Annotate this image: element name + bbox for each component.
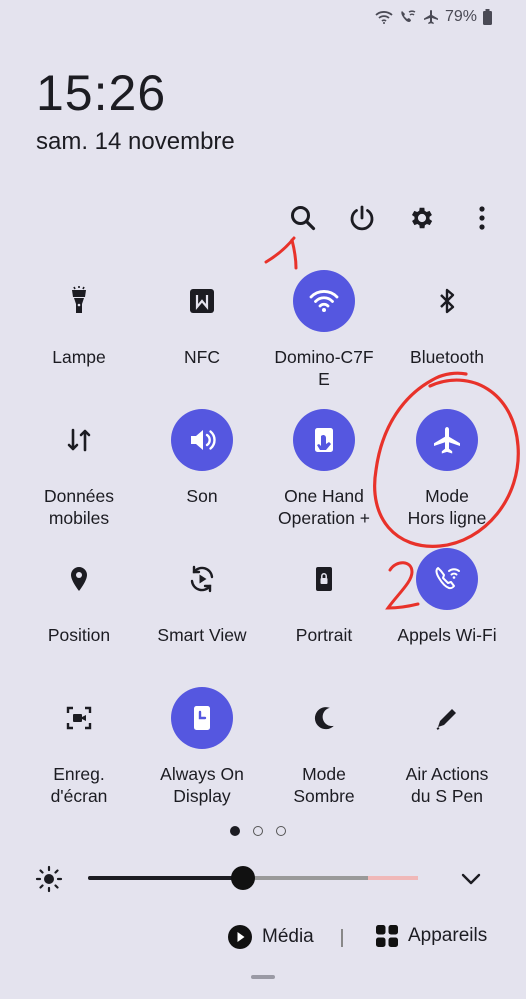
tile-smart-view[interactable]: Smart View xyxy=(140,548,264,646)
tile-label: NFC xyxy=(184,347,220,367)
devices-label: Appareils xyxy=(408,925,488,946)
power-icon xyxy=(350,205,374,231)
tile-always-on-display[interactable]: Always On Display xyxy=(140,687,264,807)
moon-icon xyxy=(293,687,355,749)
tile-bluetooth[interactable]: Bluetooth xyxy=(385,270,509,368)
media-label: Média xyxy=(262,926,314,947)
search-button[interactable] xyxy=(283,198,323,238)
annotation-mark-1 xyxy=(264,236,298,270)
tile-label: Enreg. d'écran xyxy=(50,764,108,806)
devices-button[interactable]: Appareils xyxy=(376,925,487,947)
clock: 15:26 xyxy=(36,65,167,121)
brightness-icon xyxy=(34,864,64,899)
bottom-separator xyxy=(341,929,343,947)
tile-label: Données mobiles xyxy=(43,486,115,528)
tile-label: Mode Hors ligne xyxy=(407,486,487,528)
smart-view-icon xyxy=(171,548,233,610)
expand-button[interactable] xyxy=(458,866,484,897)
more-vert-icon xyxy=(479,206,485,230)
portrait-lock-icon xyxy=(293,548,355,610)
brightness-slider-thumb[interactable] xyxy=(231,866,255,890)
tile-screen-record[interactable]: Enreg. d'écran xyxy=(17,687,141,807)
page-indicator xyxy=(230,826,286,836)
always-on-display-icon xyxy=(171,687,233,749)
airplane-icon xyxy=(423,10,438,24)
tile-label: Position xyxy=(47,625,111,645)
tile-one-hand[interactable]: One Hand Operation + xyxy=(262,409,386,529)
status-bar: 79% xyxy=(375,8,492,26)
media-button[interactable]: Média xyxy=(228,925,314,949)
battery-icon xyxy=(483,9,492,25)
sound-icon xyxy=(171,409,233,471)
more-options-button[interactable] xyxy=(462,198,502,238)
tile-label: Always On Display xyxy=(160,764,244,806)
wifi-calling-icon xyxy=(416,548,478,610)
tile-label: One Hand Operation + xyxy=(278,486,370,528)
screen-record-icon xyxy=(48,687,110,749)
tile-portrait-lock[interactable]: Portrait xyxy=(262,548,386,646)
power-button[interactable] xyxy=(342,198,382,238)
wifi-icon xyxy=(293,270,355,332)
tile-label: Bluetooth xyxy=(410,347,484,367)
mobile-data-icon xyxy=(48,409,110,471)
tile-label: Appels Wi-Fi xyxy=(397,625,497,645)
page-dot-3[interactable] xyxy=(276,826,286,836)
quick-panel-actions xyxy=(280,198,494,238)
tile-moon[interactable]: Mode Sombre xyxy=(262,687,386,807)
tile-flashlight[interactable]: Lampe xyxy=(17,270,141,368)
gear-icon xyxy=(411,207,433,229)
play-icon xyxy=(228,925,252,949)
tile-label: Mode Sombre xyxy=(293,764,355,806)
tile-label: Lampe xyxy=(52,347,106,367)
wifi-calling-icon xyxy=(401,10,416,22)
pen-icon xyxy=(416,687,478,749)
tile-wifi[interactable]: Domino-C7F E xyxy=(262,270,386,390)
location-icon xyxy=(48,548,110,610)
airplane-icon xyxy=(416,409,478,471)
tile-label: Smart View xyxy=(157,625,247,645)
tile-wifi-calling[interactable]: Appels Wi-Fi xyxy=(385,548,509,646)
nfc-icon xyxy=(171,270,233,332)
page-dot-2[interactable] xyxy=(253,826,263,836)
flashlight-icon xyxy=(48,270,110,332)
one-hand-icon xyxy=(293,409,355,471)
battery-percentage: 79% xyxy=(444,8,477,25)
tile-label: Portrait xyxy=(295,625,353,645)
grid-icon xyxy=(376,925,398,947)
brightness-fill xyxy=(88,876,243,880)
bluetooth-icon xyxy=(416,270,478,332)
page-dot-1[interactable] xyxy=(230,826,240,836)
tile-airplane[interactable]: Mode Hors ligne xyxy=(385,409,509,529)
wifi-icon xyxy=(375,11,393,24)
tile-label: Air Actions du S Pen xyxy=(405,764,489,806)
tile-label: Son xyxy=(186,486,218,506)
tile-mobile-data[interactable]: Données mobiles xyxy=(17,409,141,529)
tile-label: Domino-C7F E xyxy=(274,347,374,389)
drag-handle[interactable] xyxy=(251,975,275,979)
tile-pen[interactable]: Air Actions du S Pen xyxy=(385,687,509,807)
settings-button[interactable] xyxy=(402,198,442,238)
chevron-down-icon xyxy=(461,873,481,885)
tile-location[interactable]: Position xyxy=(17,548,141,646)
brightness-high-zone xyxy=(368,876,418,880)
date: sam. 14 novembre xyxy=(36,128,235,155)
search-icon xyxy=(291,206,316,231)
tile-sound[interactable]: Son xyxy=(140,409,264,507)
tile-nfc[interactable]: NFC xyxy=(140,270,264,368)
